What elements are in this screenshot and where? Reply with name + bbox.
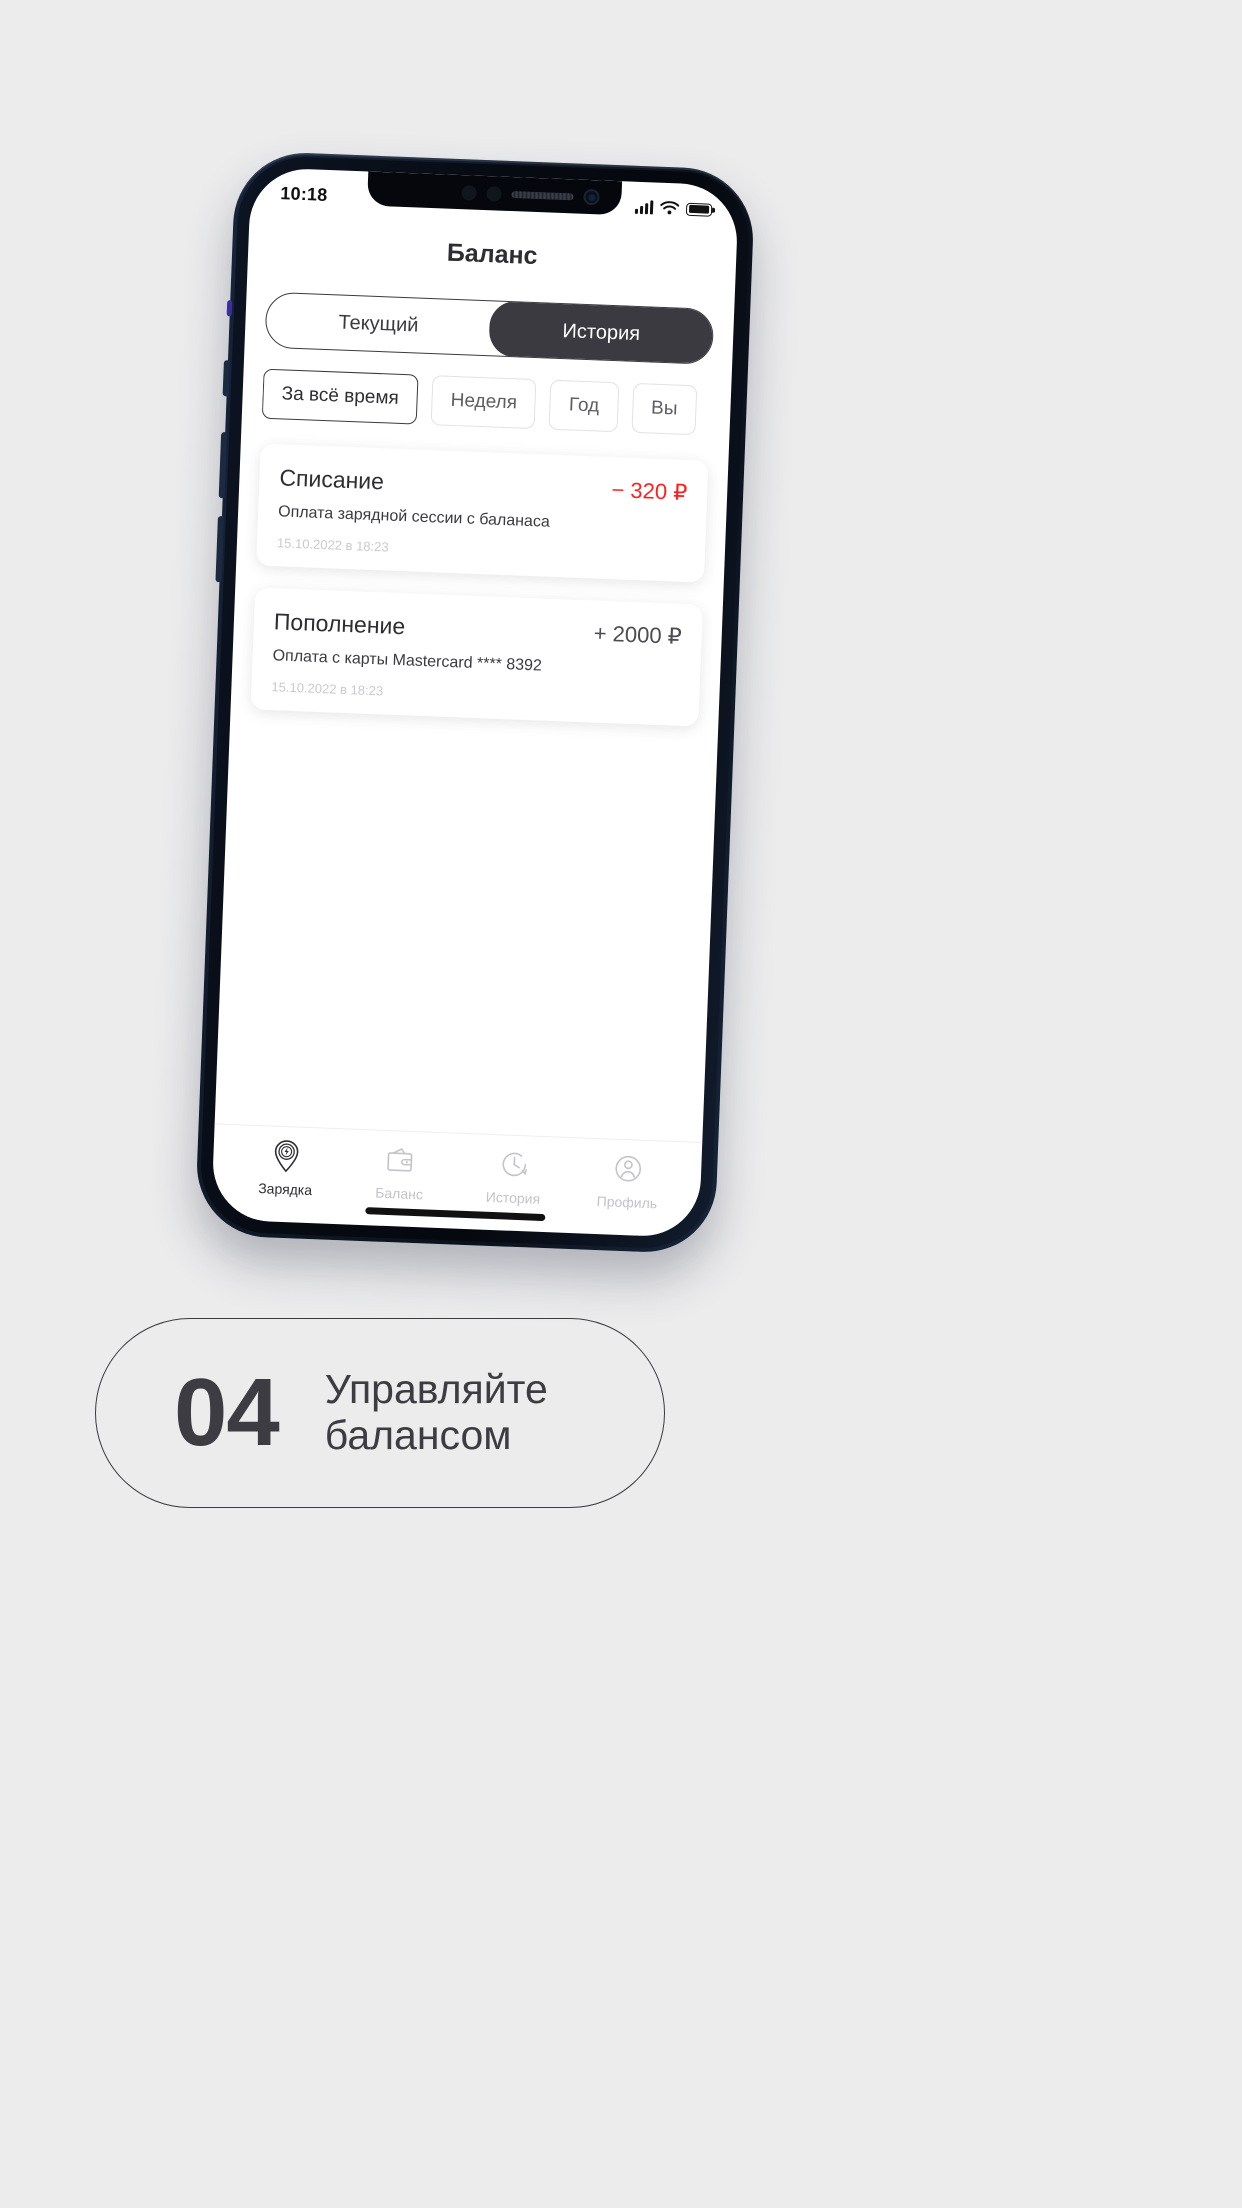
tab-label: Профиль xyxy=(596,1193,658,1212)
tab-balance[interactable]: Баланс xyxy=(349,1142,451,1204)
filter-chip-all-time[interactable]: За всё время xyxy=(261,368,419,425)
front-camera-icon xyxy=(583,188,600,206)
status-icons xyxy=(634,199,713,217)
transaction-title: Пополнение xyxy=(273,608,406,640)
phone-accent-dot xyxy=(226,300,233,317)
transaction-description: Оплата с карты Mastercard **** 8392 xyxy=(272,647,543,675)
charge-pin-icon xyxy=(274,1140,299,1173)
bottom-tab-bar[interactable]: Зарядка Баланс История Профиль xyxy=(210,1123,703,1238)
caption-number: 04 xyxy=(174,1359,280,1466)
earpiece-speaker-icon xyxy=(511,190,574,200)
segment-current[interactable]: Текущий xyxy=(266,293,492,356)
transaction-description: Оплата зарядной сессии с баланаса xyxy=(277,503,551,531)
transaction-row[interactable]: Списание − 320 ₽ Оплата зарядной сессии … xyxy=(256,443,709,583)
transaction-header: Пополнение + 2000 ₽ xyxy=(273,608,682,651)
tab-label: Зарядка xyxy=(257,1180,313,1199)
wifi-icon xyxy=(660,201,680,215)
tab-history[interactable]: История xyxy=(463,1146,565,1208)
caption-pill: 04 Управляйте балансом xyxy=(95,1318,665,1508)
cellular-signal-icon xyxy=(634,199,654,214)
filter-chip-custom[interactable]: Вы xyxy=(631,382,698,436)
battery-icon xyxy=(685,202,713,217)
transaction-date: 15.10.2022 в 18:23 xyxy=(276,535,389,555)
tab-profile[interactable]: Профиль xyxy=(577,1150,679,1212)
segmented-control[interactable]: Текущий История xyxy=(264,291,715,365)
transaction-header: Списание − 320 ₽ xyxy=(279,464,688,507)
filter-chip-row[interactable]: За всё время Неделя Год Вы xyxy=(261,368,732,438)
transaction-row[interactable]: Пополнение + 2000 ₽ Оплата с карты Maste… xyxy=(250,587,703,727)
filter-chip-year[interactable]: Год xyxy=(548,379,620,433)
transaction-amount: + 2000 ₽ xyxy=(593,620,683,649)
transaction-list: Списание − 320 ₽ Оплата зарядной сессии … xyxy=(235,443,709,1142)
wallet-icon xyxy=(387,1148,413,1172)
transaction-title: Списание xyxy=(279,464,385,495)
clock-history-icon xyxy=(502,1152,527,1177)
screenshot-stage: 10:18 Баланс Текущий История За всё врем… xyxy=(0,0,1242,2208)
transaction-date: 15.10.2022 в 18:23 xyxy=(271,679,384,699)
proximity-sensor-icon xyxy=(461,184,477,201)
transaction-amount: − 320 ₽ xyxy=(611,477,688,505)
tab-label: История xyxy=(485,1188,541,1207)
tab-label: Баланс xyxy=(374,1184,424,1203)
phone-mockup: 10:18 Баланс Текущий История За всё врем… xyxy=(194,150,756,1255)
status-clock: 10:18 xyxy=(280,182,328,205)
user-profile-icon xyxy=(615,1155,642,1182)
caption-text: Управляйте балансом xyxy=(324,1366,548,1458)
tab-charge[interactable]: Зарядка xyxy=(235,1137,337,1199)
page-title: Баланс xyxy=(446,238,539,270)
filter-chip-week[interactable]: Неделя xyxy=(430,375,537,430)
phone-screen: 10:18 Баланс Текущий История За всё врем… xyxy=(210,167,740,1238)
segment-history[interactable]: История xyxy=(488,300,715,365)
ambient-light-sensor-icon xyxy=(486,185,502,202)
